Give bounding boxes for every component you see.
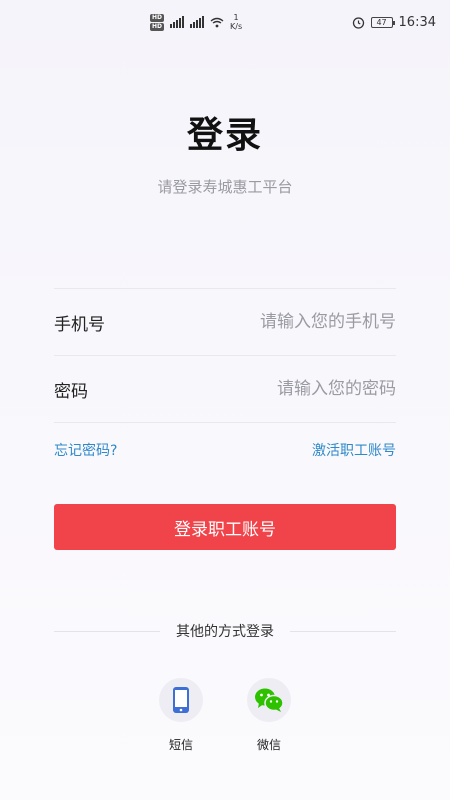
forgot-password-link[interactable]: 忘记密码?	[54, 440, 117, 460]
phone-input[interactable]	[196, 312, 396, 332]
divider-line	[54, 630, 160, 632]
net-rate-unit: K/s	[230, 22, 243, 31]
net-rate-value: 1	[233, 13, 239, 22]
other-login-divider: 其他的方式登录	[54, 621, 396, 641]
password-row: 密码	[54, 356, 396, 422]
phone-icon	[173, 687, 189, 713]
battery-level: 47	[376, 17, 387, 27]
activate-account-link[interactable]: 激活职工账号	[312, 440, 396, 460]
login-button[interactable]: 登录职工账号	[54, 504, 396, 550]
wifi-icon	[210, 17, 224, 27]
page-subtitle: 请登录寿城惠工平台	[157, 178, 293, 196]
other-login-heading: 其他的方式登录	[176, 624, 274, 640]
divider	[54, 422, 396, 423]
sms-login-label: 短信	[168, 738, 193, 752]
wechat-login-label: 微信	[256, 738, 281, 752]
password-label: 密码	[54, 381, 88, 402]
status-bar: HD HD 1 K/s 47 16:34	[0, 0, 450, 44]
page-title: 登录	[186, 115, 263, 156]
battery-icon: 47	[370, 16, 395, 28]
wechat-login-option[interactable]: 微信	[239, 678, 299, 753]
phone-row: 手机号	[54, 289, 396, 355]
divider-line	[290, 630, 396, 632]
sms-icon-circle[interactable]	[159, 678, 203, 722]
hd-icon: HD HD	[150, 13, 165, 31]
clock: 16:34	[398, 14, 436, 30]
login-screen: HD HD 1 K/s 47 16:34 登录 请登录寿城惠工平台 手机号 请输…	[0, 0, 450, 800]
signal-icon	[170, 16, 185, 28]
status-left: HD HD 1 K/s	[150, 13, 242, 31]
status-right: 47 16:34	[352, 15, 436, 30]
phone-label: 手机号	[54, 314, 105, 335]
sms-login-option[interactable]: 短信	[151, 678, 211, 753]
password-input[interactable]	[196, 379, 396, 399]
network-rate: 1 K/s	[230, 13, 242, 31]
signal-icon-2	[190, 16, 205, 28]
alarm-icon	[352, 16, 364, 29]
wechat-icon-circle[interactable]	[247, 678, 291, 722]
wechat-icon	[255, 688, 284, 712]
